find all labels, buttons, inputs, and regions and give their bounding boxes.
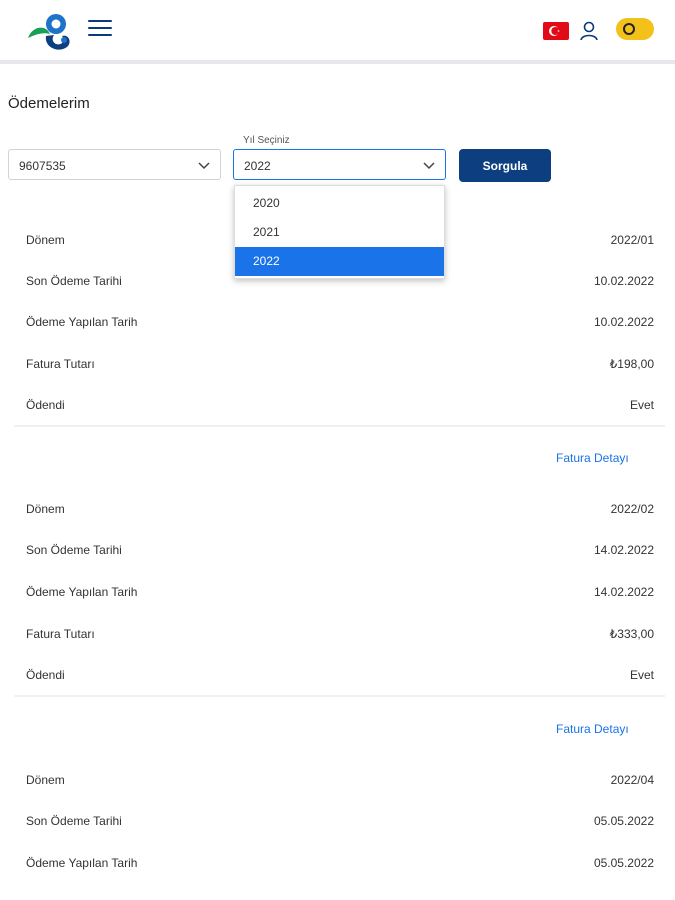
row-label: Ödendi <box>26 668 65 682</box>
row-value: 2022/02 <box>610 502 654 516</box>
query-button[interactable]: Sorgula <box>459 149 551 182</box>
row-value: 14.02.2022 <box>593 543 654 557</box>
row-value: 05.05.2022 <box>593 856 654 870</box>
invoice-detail-link[interactable]: Fatura Detayı <box>556 451 629 465</box>
divider <box>14 425 665 427</box>
subscriber-select-value: 9607535 <box>19 159 66 173</box>
row-label: Ödeme Yapılan Tarih <box>26 585 138 599</box>
row-label: Fatura Tutarı <box>26 627 95 641</box>
bill-row-amount: Fatura Tutarı ₺198,00 <box>26 357 654 377</box>
theme-toggle-knob <box>623 23 635 35</box>
bill-row-period: Dönem 2022/02 <box>26 502 654 522</box>
row-label: Ödeme Yapılan Tarih <box>26 315 138 329</box>
row-label: Ödendi <box>26 398 65 412</box>
row-label: Son Ödeme Tarihi <box>26 814 122 828</box>
bill-row-paid: Ödendi Evet <box>26 398 654 418</box>
row-value: 2022/01 <box>610 233 654 247</box>
year-dropdown: 2020 2021 2022 <box>234 185 445 279</box>
row-label: Son Ödeme Tarihi <box>26 274 122 288</box>
bill-row-due-date: Son Ödeme Tarihi 05.05.2022 <box>26 814 654 834</box>
year-select[interactable]: 2022 <box>233 149 446 180</box>
bill-row-paid-date: Ödeme Yapılan Tarih 10.02.2022 <box>26 315 654 335</box>
row-label: Fatura Tutarı <box>26 357 95 371</box>
theme-toggle-icon[interactable] <box>616 18 654 40</box>
bill-row-paid: Ödendi Evet <box>26 668 654 688</box>
row-value: 14.02.2022 <box>593 585 654 599</box>
year-select-label: Yıl Seçiniz <box>243 135 290 146</box>
row-label: Dönem <box>26 233 65 247</box>
bill-row-amount: Fatura Tutarı ₺333,00 <box>26 627 654 647</box>
row-value: 05.05.2022 <box>593 814 654 828</box>
chevron-down-icon <box>198 162 210 170</box>
row-label: Dönem <box>26 502 65 516</box>
row-value: 2022/04 <box>610 773 654 787</box>
bill-row-period: Dönem 2022/04 <box>26 773 654 793</box>
invoice-detail-link[interactable]: Fatura Detayı <box>556 722 629 736</box>
row-label: Son Ödeme Tarihi <box>26 543 122 557</box>
year-select-value: 2022 <box>244 159 271 173</box>
row-value: ₺198,00 <box>609 357 654 371</box>
row-value: ₺333,00 <box>609 627 654 641</box>
year-option[interactable]: 2021 <box>235 218 444 247</box>
row-value: Evet <box>629 398 654 412</box>
subscriber-select[interactable]: 9607535 <box>8 149 221 180</box>
divider <box>14 695 665 697</box>
turkey-flag-icon[interactable] <box>543 22 569 40</box>
page-title: Ödemelerim <box>8 95 90 112</box>
row-value: 10.02.2022 <box>593 274 654 288</box>
user-icon[interactable] <box>578 20 600 42</box>
bill-row-due-date: Son Ödeme Tarihi 14.02.2022 <box>26 543 654 563</box>
logo-icon[interactable] <box>24 8 76 56</box>
bill-row-paid-date: Ödeme Yapılan Tarih 14.02.2022 <box>26 585 654 605</box>
year-option[interactable]: 2020 <box>235 189 444 218</box>
chevron-down-icon <box>423 162 435 170</box>
row-label: Dönem <box>26 773 65 787</box>
bill-row-paid-date: Ödeme Yapılan Tarih 05.05.2022 <box>26 856 654 876</box>
row-value: 10.02.2022 <box>593 315 654 329</box>
hamburger-menu-icon[interactable] <box>88 20 112 40</box>
app-header <box>0 0 675 64</box>
row-value: Evet <box>629 668 654 682</box>
year-option-selected[interactable]: 2022 <box>235 247 444 276</box>
row-label: Ödeme Yapılan Tarih <box>26 856 138 870</box>
